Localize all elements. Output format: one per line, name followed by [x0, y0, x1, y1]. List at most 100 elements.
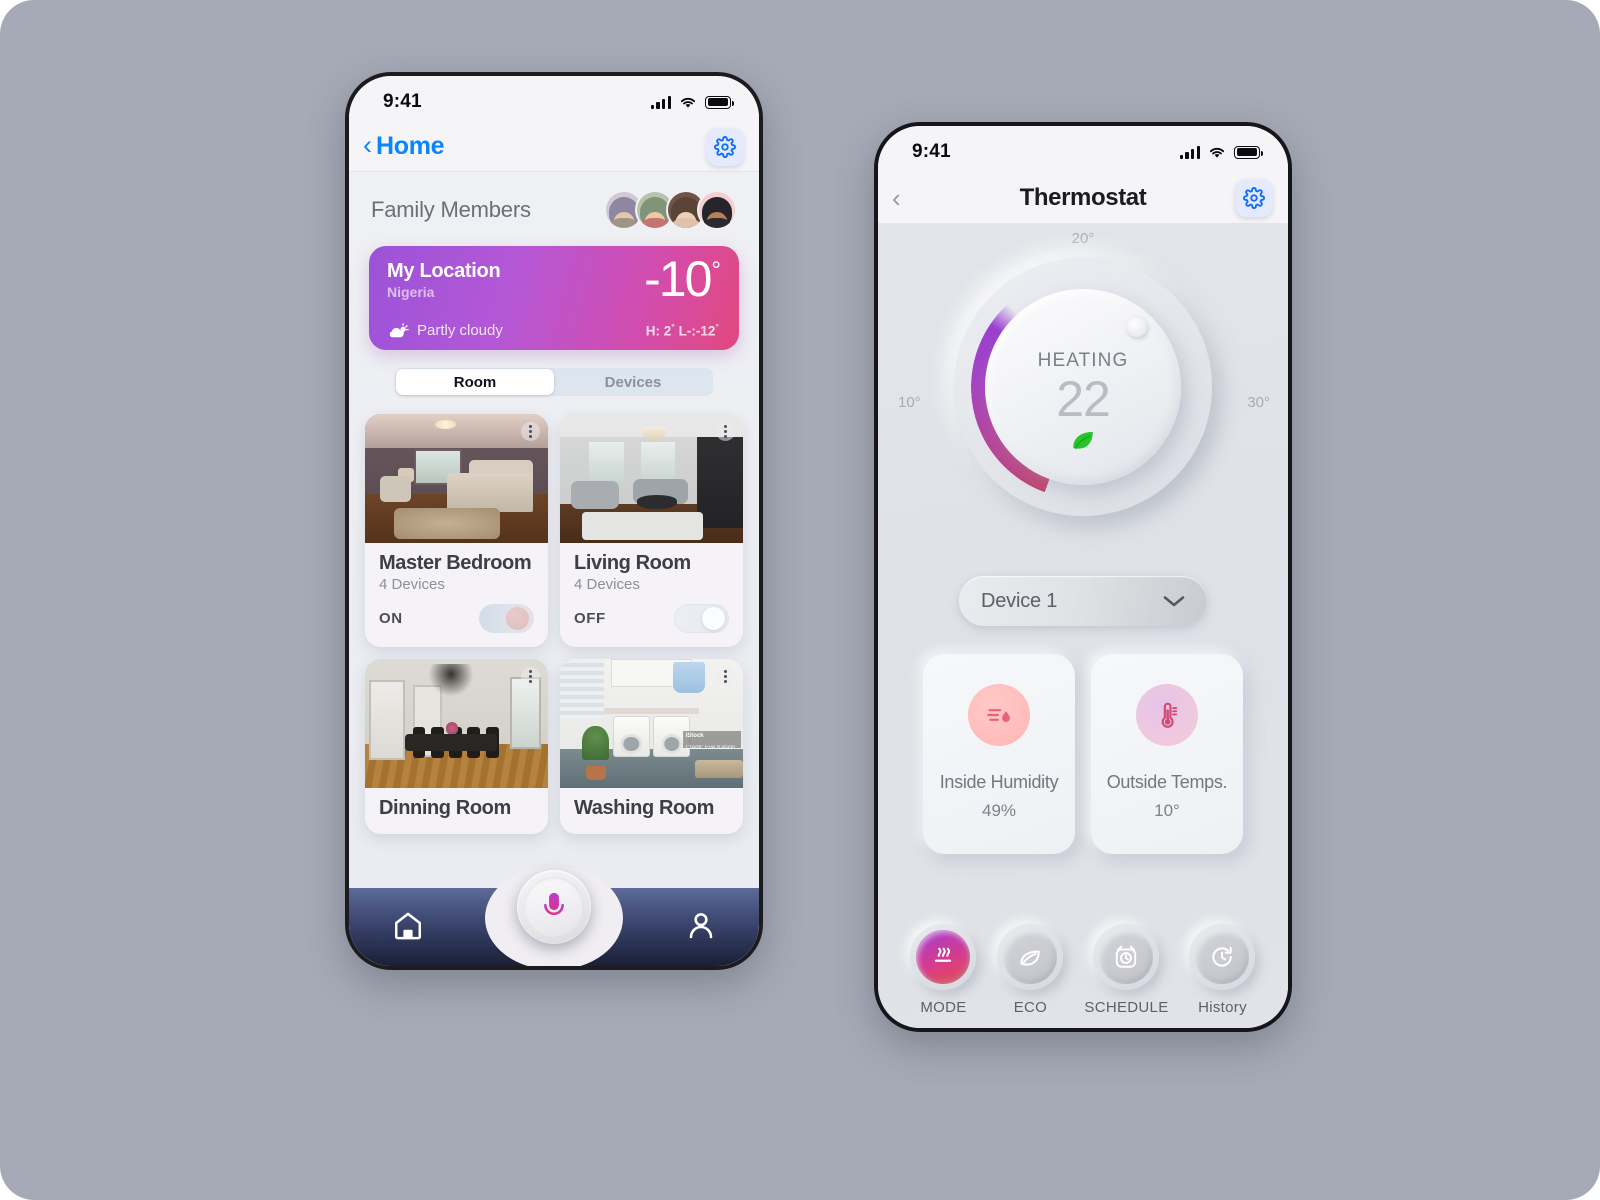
photo-credit-line1: iStock: [685, 733, 704, 740]
room-photo: [560, 414, 743, 543]
phone-thermostat-screen: 9:41 ‹ Thermostat 20° 10° 30° HEATING 22…: [874, 122, 1292, 1032]
more-options-icon[interactable]: [521, 422, 540, 441]
page-title: Home: [376, 132, 445, 160]
room-power-state: OFF: [574, 610, 606, 627]
action-button-schedule[interactable]: SCHEDULE: [1084, 924, 1168, 1016]
gear-icon: [1243, 186, 1265, 209]
settings-button-home[interactable]: [706, 127, 744, 166]
gear-icon: [714, 135, 736, 158]
alarm-clock-icon: [1116, 945, 1137, 968]
tab-devices[interactable]: Devices: [554, 369, 712, 395]
room-device-count: 4 Devices: [379, 576, 445, 593]
room-power-state: ON: [379, 610, 403, 627]
leaf-icon: [1070, 428, 1096, 457]
action-button-history[interactable]: History: [1189, 924, 1256, 1016]
info-card-label: Inside Humidity: [939, 772, 1059, 792]
more-options-icon[interactable]: [716, 667, 735, 686]
weather-low: L-:-12: [674, 323, 716, 339]
wifi-icon: [1209, 147, 1225, 158]
info-card-inside-humidity[interactable]: Inside Humidity 49%: [923, 654, 1075, 854]
status-icons: [1179, 145, 1263, 159]
temperature-dial[interactable]: HEATING 22: [954, 258, 1212, 516]
dial-inner-face[interactable]: HEATING 22: [985, 289, 1181, 485]
home-icon: [394, 912, 422, 939]
partly-cloudy-icon: [389, 323, 409, 338]
weather-footer: Partly cloudy H: 2° L-:-12°: [387, 322, 719, 339]
status-time: 9:41: [912, 141, 951, 162]
room-photo: [365, 414, 548, 543]
wifi-icon: [680, 97, 696, 108]
room-photo: [365, 659, 548, 788]
room-info: Dinning Room: [365, 788, 548, 834]
family-avatars: [604, 190, 737, 230]
home-body: Family Members My Location Nigeria -10° …: [349, 172, 759, 966]
thermostat-nav-bar: ‹ Thermostat: [878, 172, 1288, 224]
voice-assistant-button[interactable]: [517, 870, 591, 944]
room-card-dinning-room[interactable]: Dinning Room: [365, 659, 548, 834]
weather-condition-group: Partly cloudy: [387, 322, 503, 339]
microphone-icon: [544, 892, 564, 922]
action-label: ECO: [1013, 999, 1048, 1016]
info-card-value: 49%: [981, 801, 1017, 820]
page-title: Thermostat: [1019, 183, 1147, 211]
room-devices-tabs: Room Devices: [395, 368, 713, 396]
action-label: MODE: [920, 999, 967, 1016]
nav-profile-button[interactable]: [685, 909, 717, 946]
dial-mode-label: HEATING: [1037, 350, 1129, 371]
action-button-eco[interactable]: ECO: [997, 924, 1064, 1016]
action-button-mode[interactable]: MODE: [910, 924, 977, 1016]
weather-degree-symbol: °: [711, 257, 721, 285]
signal-bars-icon: [650, 95, 671, 109]
more-options-icon[interactable]: [521, 667, 540, 686]
signal-bars-icon: [1179, 145, 1200, 159]
home-screen: 9:41 ‹ Home Family Members My Location N…: [349, 76, 759, 966]
room-name: Living Room: [574, 552, 691, 574]
room-name: Master Bedroom: [379, 552, 532, 574]
photo-credit: iStock Credit: Eve Katalin: [682, 731, 742, 751]
screenshot-canvas: 9:41 ‹ Home Family Members My Location N…: [0, 0, 1600, 1200]
back-chevron-icon[interactable]: ‹: [892, 185, 901, 211]
room-photo: iStock Credit: Eve Katalin: [560, 659, 743, 788]
room-info: Living Room 4 Devices OFF: [560, 543, 743, 647]
nav-home-button[interactable]: [391, 909, 425, 946]
weather-temperature: -10°: [644, 251, 721, 307]
avatar[interactable]: [697, 190, 737, 230]
action-buttons: MODE ECO SCHEDULE History: [878, 924, 1288, 1016]
bottom-navigation: [349, 870, 759, 966]
leaf-icon: [1020, 950, 1041, 966]
info-card-outside-temps[interactable]: Outside Temps. 10°: [1091, 654, 1243, 854]
thermostat-screen: 9:41 ‹ Thermostat 20° 10° 30° HEATING 22…: [878, 126, 1288, 1028]
back-chevron-icon[interactable]: ‹: [359, 131, 376, 162]
temperature-dial-section: 20° 10° 30° HEATING 22: [878, 224, 1288, 570]
room-card-washing-room[interactable]: iStock Credit: Eve Katalin Washing Room: [560, 659, 743, 834]
heat-waves-icon: [935, 947, 952, 962]
dial-scale-right: 30°: [1247, 394, 1270, 411]
room-device-count: 4 Devices: [574, 576, 640, 593]
chevron-down-icon: [1163, 596, 1185, 607]
family-members-section: Family Members: [349, 172, 759, 244]
home-nav-bar: ‹ Home: [349, 122, 759, 172]
tab-room[interactable]: Room: [396, 369, 554, 395]
info-card-value: 10°: [1154, 801, 1180, 820]
weather-card[interactable]: My Location Nigeria -10° Partly cloudy H…: [369, 246, 739, 350]
room-power-toggle[interactable]: [479, 604, 534, 633]
weather-temp-value: -10: [644, 251, 712, 307]
action-label: History: [1198, 999, 1247, 1016]
room-info: Washing Room: [560, 788, 743, 834]
dial-handle[interactable]: [1127, 317, 1147, 337]
room-card-living-room[interactable]: Living Room 4 Devices OFF: [560, 414, 743, 647]
room-card-master-bedroom[interactable]: Master Bedroom 4 Devices ON: [365, 414, 548, 647]
room-power-control: OFF: [574, 604, 729, 633]
dial-scale-top: 20°: [1071, 230, 1095, 247]
sensor-cards: Inside Humidity 49% Outside Temps. 10°: [878, 654, 1288, 854]
device-selector[interactable]: Device 1: [959, 576, 1207, 626]
more-options-icon[interactable]: [716, 422, 735, 441]
settings-button-thermostat[interactable]: [1235, 178, 1273, 217]
dial-temperature-value: 22: [1056, 371, 1111, 427]
battery-icon: [705, 95, 734, 109]
room-power-toggle[interactable]: [674, 604, 729, 633]
history-icon: [1212, 946, 1233, 967]
humidity-icon: [968, 684, 1030, 746]
rooms-grid: Master Bedroom 4 Devices ON Living Room …: [349, 396, 759, 834]
room-name: Dinning Room: [379, 797, 511, 819]
